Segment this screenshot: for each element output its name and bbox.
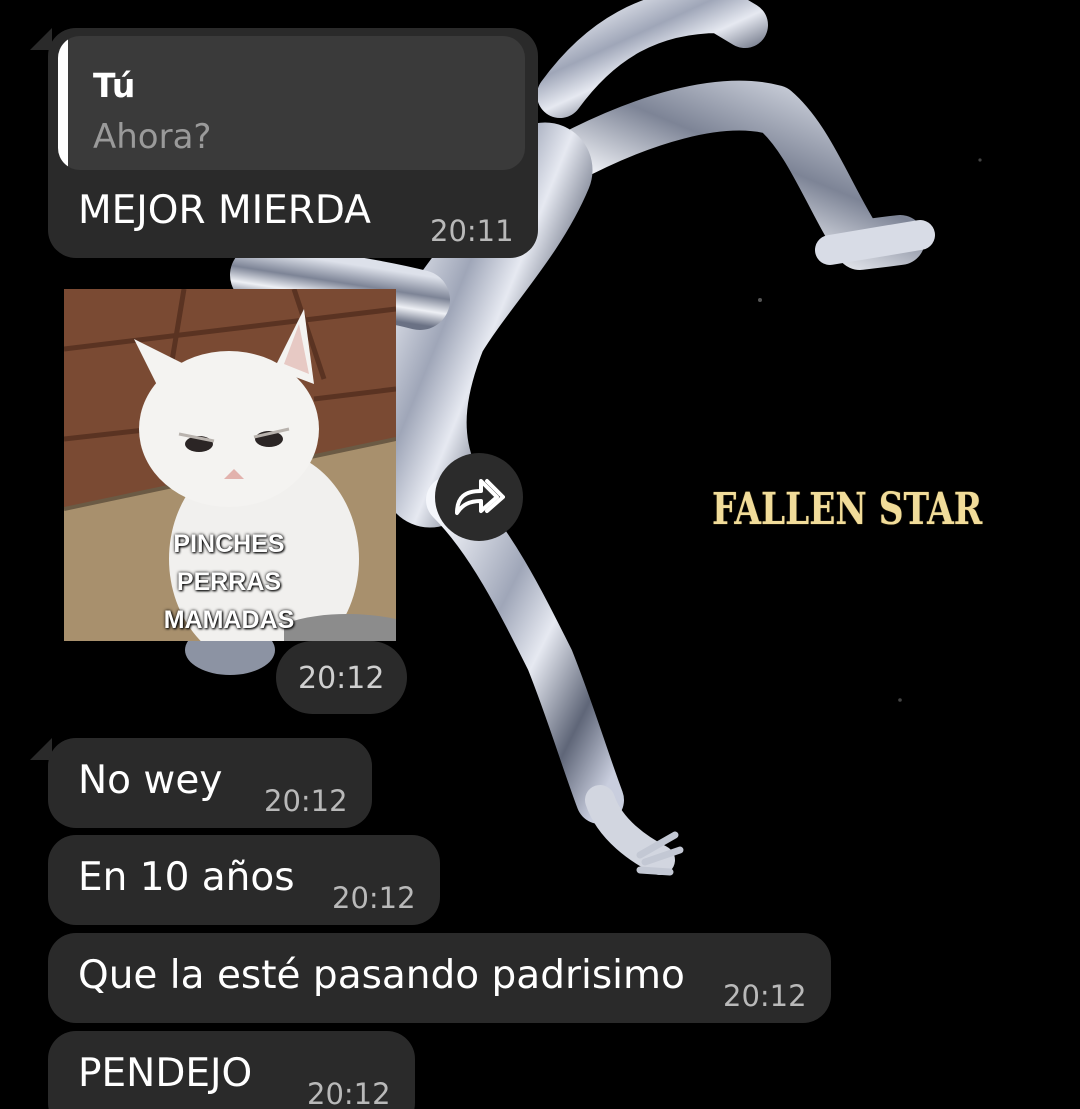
cat-sticker[interactable]: PINCHES PERRAS MAMADAS <box>64 289 396 641</box>
message-bubble[interactable]: Que la esté pasando padrisimo 20:12 <box>48 933 831 1023</box>
message-text: En 10 años <box>78 855 295 900</box>
sticker-caption: PINCHES PERRAS MAMADAS <box>134 525 324 639</box>
wallpaper-title: FALLEN STAR <box>712 484 983 535</box>
message-time: 20:12 <box>298 661 385 696</box>
sticker-caption-line: PINCHES <box>173 530 285 558</box>
message-time: 20:12 <box>264 784 348 818</box>
quote-author: Tú <box>93 66 136 105</box>
message-bubble[interactable]: PENDEJO 20:12 <box>48 1031 415 1109</box>
quote-text: Ahora? <box>93 117 212 157</box>
message-time: 20:11 <box>430 214 514 248</box>
sticker-caption-line: PERRAS <box>176 568 282 596</box>
message-bubble[interactable]: Tú Ahora? MEJOR MIERDA 20:11 <box>48 28 538 258</box>
message-time: 20:12 <box>332 881 416 915</box>
quote-accent-bar <box>58 36 68 170</box>
forward-button[interactable] <box>435 453 523 541</box>
reply-quote[interactable]: Tú Ahora? <box>58 36 525 170</box>
message-text: PENDEJO <box>78 1051 253 1096</box>
message-bubble[interactable]: No wey 20:12 <box>48 738 372 828</box>
message-text: Que la esté pasando padrisimo <box>78 953 685 998</box>
sticker-time-chip: 20:12 <box>276 641 407 714</box>
message-time: 20:12 <box>723 979 807 1013</box>
chat-screen: FALLEN STAR Tú Ahora? MEJOR MIERDA 20:11 <box>0 0 1080 1109</box>
sticker-caption-line: MAMADAS <box>163 606 295 634</box>
message-bubble[interactable]: En 10 años 20:12 <box>48 835 440 925</box>
message-text: No wey <box>78 758 223 803</box>
message-text: MEJOR MIERDA <box>78 188 371 233</box>
forward-share-icon <box>455 479 505 515</box>
message-time: 20:12 <box>307 1077 391 1109</box>
